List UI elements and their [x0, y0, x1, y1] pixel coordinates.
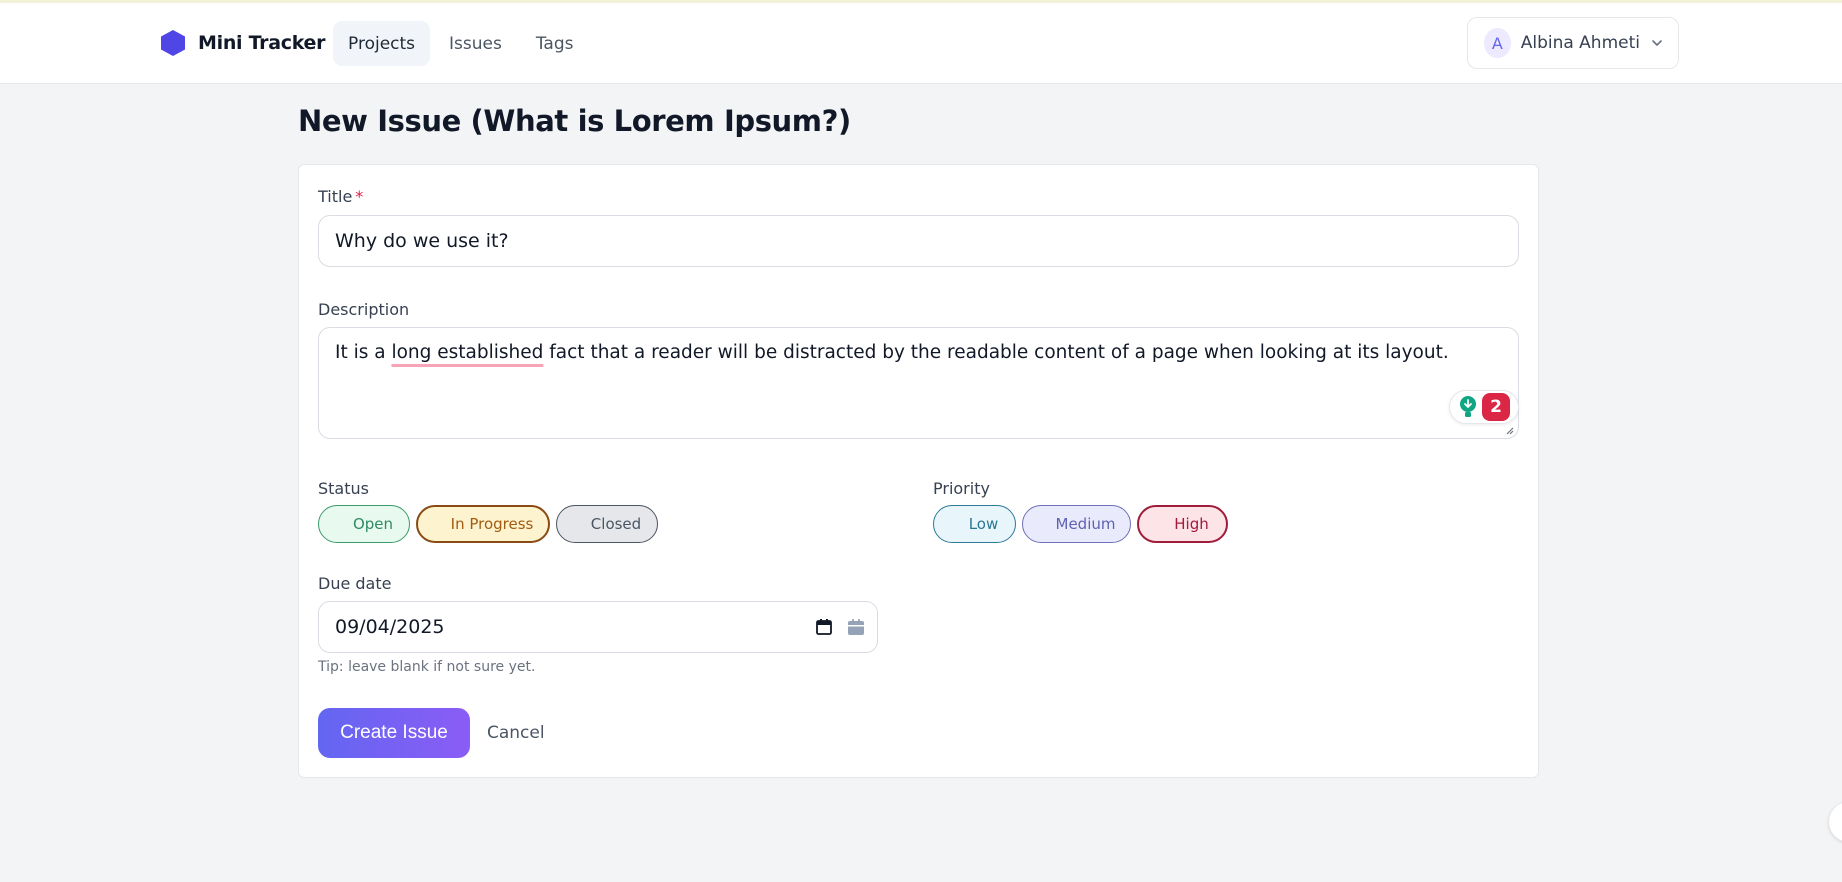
description-text-start: It is a	[335, 342, 392, 363]
status-chip-closed[interactable]: Closed	[556, 505, 658, 543]
priority-chip-high[interactable]: High	[1137, 505, 1228, 543]
spelling-flagged-text[interactable]: long established	[391, 342, 543, 363]
due-date-input[interactable]: 09/04/2025	[318, 601, 878, 653]
description-textarea[interactable]: It is a long established fact that a rea…	[318, 327, 1519, 439]
title-label: Title *	[318, 187, 363, 206]
chevron-down-icon	[1650, 36, 1664, 50]
description-label: Description	[318, 300, 410, 319]
calendar-icon	[847, 618, 865, 636]
priority-label: Priority	[933, 479, 990, 498]
navbar: Mini Tracker Projects Issues Tags A Albi…	[0, 3, 1842, 84]
status-chip-in-progress[interactable]: In Progress	[416, 505, 550, 543]
brand-name: Mini Tracker	[198, 32, 326, 54]
lightbulb-icon	[1460, 396, 1476, 417]
title-input[interactable]: Why do we use it?	[318, 215, 1519, 267]
page-title: New Issue (What is Lorem Ipsum?)	[298, 104, 851, 138]
main-nav: Projects Issues Tags	[333, 21, 589, 66]
nav-tags[interactable]: Tags	[521, 21, 589, 66]
floating-action-button[interactable]	[1829, 802, 1842, 842]
due-date-label: Due date	[318, 574, 392, 593]
description-text-end: fact that a reader will be distracted by…	[543, 342, 1449, 363]
suggestion-count-badge: 2	[1482, 393, 1510, 421]
brand[interactable]: Mini Tracker	[160, 29, 325, 57]
due-date-value: 09/04/2025	[335, 616, 445, 638]
title-label-text: Title	[318, 187, 353, 206]
create-issue-button[interactable]: Create Issue	[318, 708, 470, 758]
priority-chip-low[interactable]: Low	[933, 505, 1016, 543]
resize-handle-icon[interactable]	[1504, 425, 1514, 435]
hexagon-logo-icon	[161, 30, 185, 56]
user-name: Albina Ahmeti	[1520, 33, 1640, 53]
priority-chip-medium[interactable]: Medium	[1022, 505, 1131, 543]
title-input-value: Why do we use it?	[335, 230, 509, 252]
writing-assistant-widget[interactable]: 2	[1449, 390, 1519, 424]
due-date-tip: Tip: leave blank if not sure yet.	[318, 659, 536, 675]
nav-projects[interactable]: Projects	[333, 21, 431, 66]
calendar-picker-icon[interactable]	[815, 618, 833, 636]
issue-form-card: Title * Why do we use it? Description It …	[298, 164, 1539, 778]
status-chip-group: Open In Progress Closed	[318, 505, 658, 543]
avatar: A	[1484, 28, 1511, 58]
cancel-button[interactable]: Cancel	[487, 708, 545, 758]
nav-issues[interactable]: Issues	[434, 21, 517, 66]
status-chip-open[interactable]: Open	[318, 505, 410, 543]
required-marker: *	[355, 187, 364, 206]
description-value: It is a long established fact that a rea…	[335, 342, 1449, 363]
status-label: Status	[318, 479, 369, 498]
priority-chip-group: Low Medium High	[933, 505, 1228, 543]
user-menu-button[interactable]: A Albina Ahmeti	[1467, 17, 1679, 69]
